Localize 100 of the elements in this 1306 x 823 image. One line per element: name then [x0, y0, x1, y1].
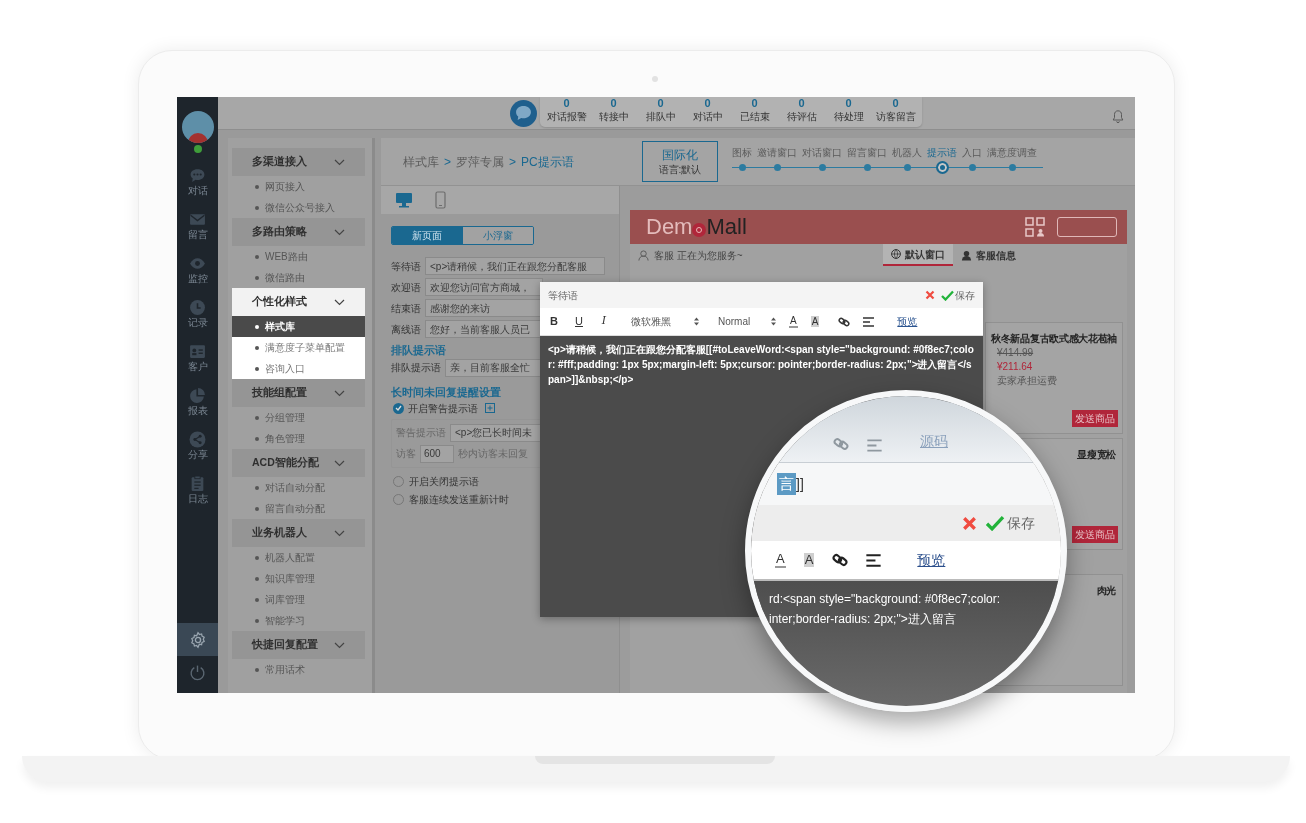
nav-item[interactable]: 客户	[187, 343, 208, 373]
close-button[interactable]	[962, 515, 977, 531]
format-button[interactable]: B	[548, 313, 560, 330]
save-button[interactable]: 保存	[941, 287, 975, 303]
menu-group-header[interactable]: 多路由策略	[232, 218, 365, 246]
link-icon[interactable]	[838, 315, 851, 328]
dropdown[interactable]: 微软雅黑	[631, 314, 699, 329]
menu-item[interactable]: 对话自动分配	[232, 477, 365, 498]
stat-count: 0	[610, 97, 617, 110]
nav-item[interactable]: 监控	[187, 255, 208, 285]
menu-group-header[interactable]: 多渠道接入	[232, 148, 365, 176]
menu-item[interactable]: 留言自动分配	[232, 498, 365, 519]
menu-group-header[interactable]: 业务机器人	[232, 519, 365, 547]
text-color-button[interactable]: A	[775, 552, 786, 568]
menu-item[interactable]: 微信公众号接入	[232, 197, 365, 218]
nav-item[interactable]: 留言	[187, 211, 208, 241]
menu-group-header[interactable]: ACD智能分配	[232, 449, 365, 477]
nav-item[interactable]: 报表	[187, 387, 208, 417]
logo-text: Mall	[706, 216, 747, 238]
preview-tab[interactable]: 客服信息	[953, 244, 1024, 266]
dropdown[interactable]: Normal	[718, 314, 776, 329]
text-field[interactable]: <p>请稍候，我们正在跟您分配客服	[425, 257, 605, 275]
checkbox-label: 开启警告提示语	[408, 401, 478, 416]
highlight-button[interactable]: A	[803, 553, 815, 567]
breadcrumb-link[interactable]: 样式库	[403, 152, 439, 171]
preview-link[interactable]: 预览	[917, 549, 946, 571]
step-tab[interactable]: 提示语	[927, 147, 957, 174]
mode-tab[interactable]: 小浮窗	[462, 227, 533, 244]
text-field[interactable]: 欢迎您访问官方商城，	[425, 278, 543, 296]
contact-card-icon	[189, 343, 206, 360]
desktop-tab[interactable]	[395, 192, 413, 208]
menu-group-header[interactable]: 个性化样式	[232, 288, 365, 316]
checkbox[interactable]	[393, 402, 404, 414]
format-button[interactable]: I	[598, 313, 610, 330]
send-product-button[interactable]: 发送商品	[1072, 410, 1118, 427]
checkmark-icon	[941, 289, 954, 301]
agent-icon	[961, 249, 972, 261]
preview-link[interactable]: 预览	[897, 314, 918, 329]
step-tab[interactable]: 满意度调查	[987, 147, 1037, 174]
menu-item[interactable]: 角色管理	[232, 428, 365, 449]
step-tab[interactable]: 对话窗口	[802, 147, 842, 174]
search-field[interactable]	[1057, 217, 1117, 237]
step-tab[interactable]: 邀请窗口	[757, 147, 797, 174]
highlight-button[interactable]: A	[810, 316, 820, 327]
close-button[interactable]	[925, 290, 935, 300]
menu-item[interactable]: 常用话术	[232, 659, 365, 680]
bullet-icon	[255, 345, 259, 350]
eye-icon	[189, 255, 206, 272]
link-icon[interactable]	[832, 552, 849, 568]
nav-item[interactable]: 对话	[187, 167, 208, 197]
code-line: inter;border-radius: 2px;">进入留言	[769, 611, 956, 628]
mode-tab[interactable]: 新页面	[392, 227, 463, 244]
step-tab[interactable]: 机器人	[892, 147, 922, 174]
nav-item[interactable]: 分享	[187, 431, 208, 461]
save-button[interactable]: 保存	[985, 512, 1035, 534]
chat-bubble-icon	[189, 167, 206, 184]
stat-label: 对话报警	[546, 110, 587, 123]
menu-item[interactable]: 知识库管理	[232, 568, 365, 589]
menu-item[interactable]: 词库管理	[232, 589, 365, 610]
preview-tab[interactable]: 默认窗口	[883, 244, 953, 266]
text-field[interactable]: 您好，当前客服人员已	[425, 320, 543, 338]
stat-label: 排队中	[645, 110, 676, 123]
menu-item[interactable]: 微信路由	[232, 267, 365, 288]
format-button[interactable]: U	[573, 313, 585, 330]
step-tab[interactable]: 图标	[732, 147, 752, 174]
leave-message-tag: 言	[777, 472, 796, 496]
menu-item[interactable]: WEB路由	[232, 246, 365, 267]
menu-item[interactable]: 机器人配置	[232, 547, 365, 568]
text-field[interactable]: 亲，目前客服全忙	[445, 358, 543, 377]
language-box[interactable]: 国际化 语言:默认	[642, 141, 718, 182]
product-title: 显瘦宽松	[1077, 448, 1116, 462]
mobile-tab[interactable]	[435, 191, 446, 209]
step-tab[interactable]: 入口	[962, 147, 982, 174]
field-label: 欢迎语	[391, 280, 422, 295]
send-product-button[interactable]: 发送商品	[1072, 526, 1118, 543]
source-link[interactable]: 源码	[920, 431, 948, 452]
align-left-icon[interactable]	[866, 553, 882, 567]
nav-item[interactable]: 日志	[187, 475, 208, 505]
step-tab[interactable]: 留言窗口	[847, 147, 887, 174]
menu-item[interactable]: 分组管理	[232, 407, 365, 428]
menu-item[interactable]: 满意度子菜单配置	[232, 337, 365, 358]
nav-item[interactable]: 记录	[187, 299, 208, 329]
breadcrumb-link[interactable]: 罗萍专属	[456, 152, 504, 171]
menu-group-header[interactable]: 快捷回复配置	[232, 631, 365, 659]
menu-item[interactable]: 智能学习	[232, 610, 365, 631]
text-color-button[interactable]: A	[789, 315, 798, 328]
text-field[interactable]: 感谢您的来访	[425, 299, 543, 317]
menu-item[interactable]: 网页接入	[232, 176, 365, 197]
field-label: 离线语	[391, 322, 422, 337]
menu-item[interactable]: 咨询入口	[232, 358, 365, 379]
add-icon[interactable]	[485, 403, 495, 413]
product-title: 肉光	[1096, 584, 1116, 598]
bullet-icon	[255, 576, 259, 581]
qr-code-icon[interactable]	[1025, 217, 1045, 237]
menu-group-header[interactable]: 技能组配置	[232, 379, 365, 407]
number-field[interactable]: 600	[420, 444, 454, 463]
settings-button[interactable]	[177, 623, 218, 656]
menu-item[interactable]: 样式库	[232, 316, 365, 337]
chat-logo-icon	[510, 100, 537, 127]
stat-label: 访客留言	[875, 110, 916, 123]
